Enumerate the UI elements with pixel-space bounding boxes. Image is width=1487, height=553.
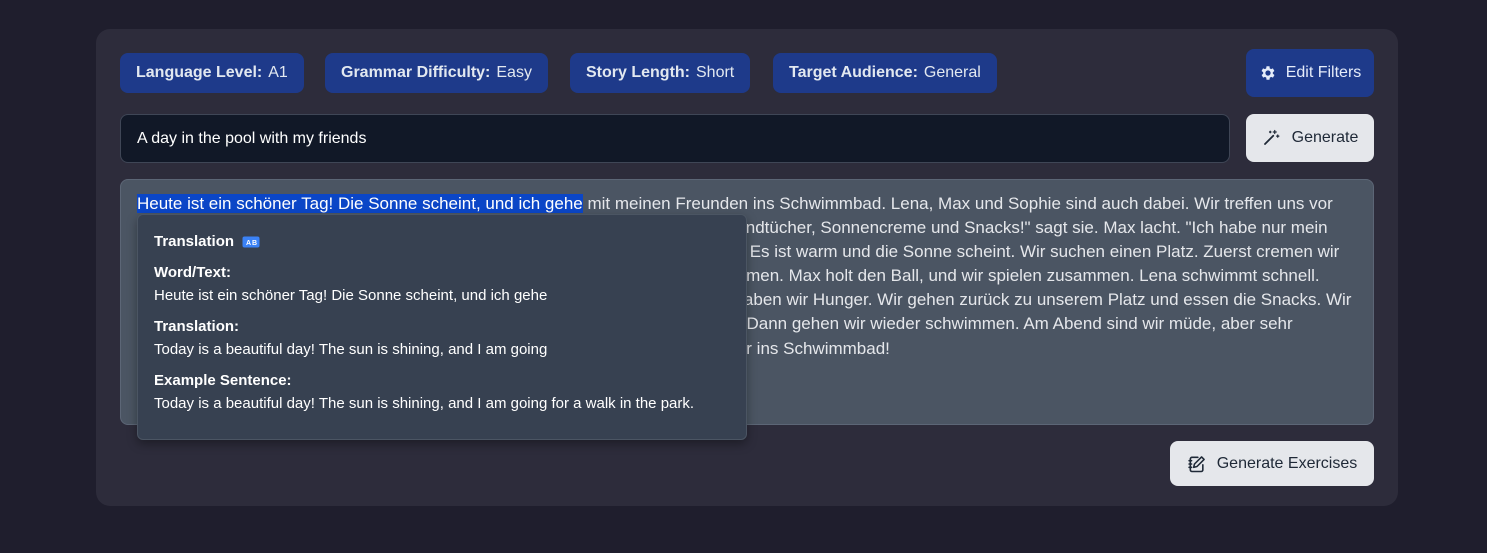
- story-selected-text[interactable]: Heute ist ein schöner Tag! Die Sonne sch…: [137, 194, 583, 213]
- translation-popup: Translation A B Word/Text: Heute ist ein…: [137, 214, 747, 440]
- filter-value: Easy: [496, 64, 532, 81]
- edit-filters-button[interactable]: Edit Filters: [1246, 49, 1374, 97]
- filter-value: A1: [268, 64, 288, 81]
- filter-key: Grammar Difficulty:: [341, 64, 491, 81]
- word-value: Heute ist ein schöner Tag! Die Sonne sch…: [154, 287, 548, 304]
- translation-value: Today is a beautiful day! The sun is shi…: [154, 341, 548, 358]
- filter-key: Story Length:: [586, 64, 690, 81]
- filter-key: Language Level:: [136, 64, 263, 81]
- notebook-edit-icon: [1188, 455, 1205, 472]
- filter-key: Target Audience:: [789, 64, 918, 81]
- filter-grammar-difficulty[interactable]: Grammar Difficulty: Easy: [325, 53, 548, 93]
- popup-title-text: Translation: [154, 233, 235, 250]
- filter-target-audience[interactable]: Target Audience: General: [773, 53, 997, 93]
- generate-exercises-button[interactable]: Generate Exercises: [1170, 441, 1374, 486]
- translation-label: Translation:: [154, 318, 240, 335]
- translation-popup-title: Translation A B: [154, 233, 730, 250]
- filter-story-length[interactable]: Story Length: Short: [570, 53, 751, 93]
- filter-value: Short: [696, 64, 735, 81]
- example-label: Example Sentence:: [154, 372, 292, 389]
- edit-filters-label: Edit Filters: [1285, 64, 1362, 81]
- example-value: Today is a beautiful day! The sun is shi…: [154, 395, 695, 412]
- generate-button[interactable]: Generate: [1246, 114, 1374, 162]
- story-prompt-input[interactable]: [120, 114, 1230, 163]
- filter-value: General: [923, 64, 981, 81]
- svg-text:A: A: [246, 240, 251, 247]
- generate-exercises-label: Generate Exercises: [1216, 454, 1358, 472]
- translate-icon: A B: [242, 236, 260, 247]
- generate-label: Generate: [1291, 129, 1359, 146]
- gear-icon: [1261, 66, 1275, 80]
- story-generator-card: Language Level: A1 Grammar Difficulty: E…: [96, 29, 1398, 506]
- word-label: Word/Text:: [154, 264, 231, 281]
- filter-language-level[interactable]: Language Level: A1: [120, 53, 304, 93]
- magic-wand-icon: [1263, 129, 1280, 145]
- svg-text:B: B: [252, 240, 257, 247]
